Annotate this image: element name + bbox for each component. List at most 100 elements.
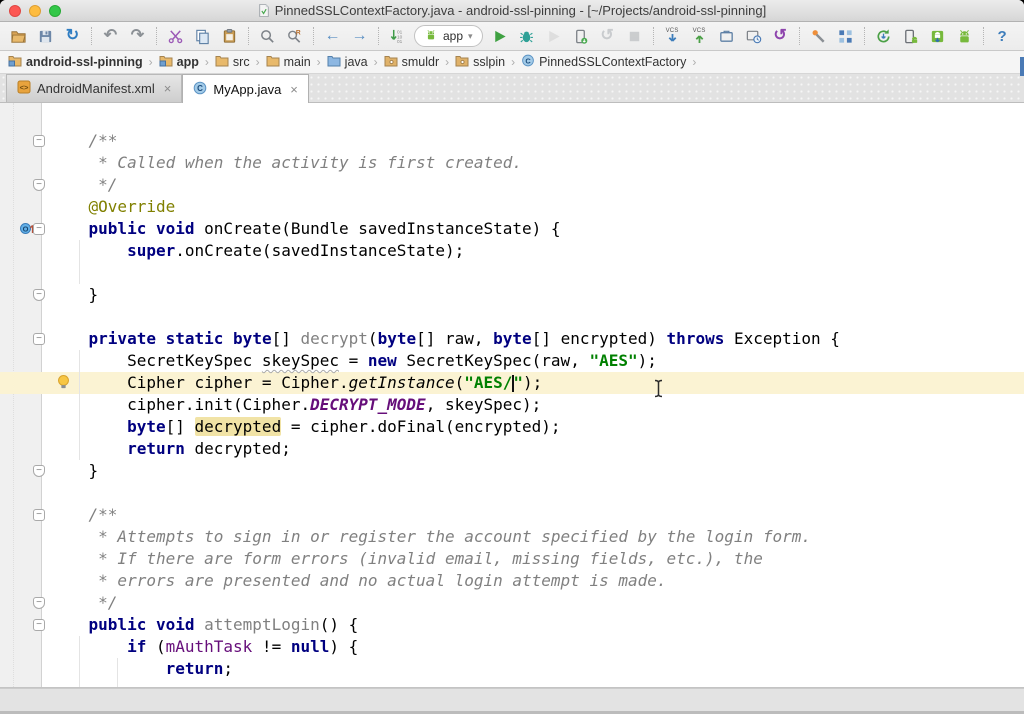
run-with-coverage-button[interactable] xyxy=(543,26,564,47)
minimize-button[interactable] xyxy=(29,5,41,17)
cut-button[interactable] xyxy=(165,26,186,47)
code-line-9[interactable] xyxy=(0,306,1024,328)
breadcrumb-item-android-ssl-pinning[interactable]: android-ssl-pinning xyxy=(7,54,144,70)
breadcrumb-item-app[interactable]: app xyxy=(158,54,200,70)
run-button[interactable] xyxy=(489,26,510,47)
scroll-indicator[interactable] xyxy=(1020,57,1024,76)
code-token xyxy=(146,615,156,634)
attach-debugger-icon xyxy=(570,26,591,47)
fold-marker-icon[interactable]: − xyxy=(33,135,45,147)
attach-debugger-button[interactable] xyxy=(570,26,591,47)
fold-marker-icon[interactable]: − xyxy=(33,465,45,477)
toolbar-separator xyxy=(983,27,984,45)
paste-button[interactable] xyxy=(219,26,240,47)
breadcrumb-item-main[interactable]: main xyxy=(265,54,312,70)
close-button[interactable] xyxy=(9,5,21,17)
code-line-11[interactable]: SecretKeySpec skeySpec = new SecretKeySp… xyxy=(0,350,1024,372)
intention-bulb-icon[interactable] xyxy=(56,375,71,390)
folder-module-icon xyxy=(8,54,22,70)
breadcrumb-item-PinnedSSLContextFactory[interactable]: CPinnedSSLContextFactory xyxy=(520,54,687,70)
toolbar: ↻ ↶ ↷ R ← → 011001 app▾ ↺ VCS VCS ↺? xyxy=(0,22,1024,51)
fold-marker-icon[interactable]: − xyxy=(33,509,45,521)
code-token: ( xyxy=(368,329,378,348)
fold-marker-icon[interactable]: − xyxy=(33,223,45,235)
code-token: private xyxy=(89,329,156,348)
code-line-13[interactable]: cipher.init(Cipher.DECRYPT_MODE, skeySpe… xyxy=(0,394,1024,416)
annotate-button[interactable]: 011001 xyxy=(387,26,408,47)
recent-changes-button[interactable] xyxy=(743,26,764,47)
fold-marker-icon[interactable]: − xyxy=(33,333,45,345)
code-line-15[interactable]: return decrypted; xyxy=(0,438,1024,460)
code-line-7[interactable] xyxy=(0,262,1024,284)
sdk-manager-button[interactable] xyxy=(927,26,948,47)
breadcrumb-item-sslpin[interactable]: sslpin xyxy=(454,54,506,70)
code-line-16[interactable]: } xyxy=(0,460,1024,482)
code-line-8[interactable]: } xyxy=(0,284,1024,306)
avd-manager-button[interactable] xyxy=(954,26,975,47)
code-line-18[interactable]: /** xyxy=(0,504,1024,526)
tab-MyApp.java[interactable]: CMyApp.java× xyxy=(182,74,309,103)
open-button[interactable] xyxy=(8,26,29,47)
code-line-21[interactable]: * errors are presented and no actual log… xyxy=(0,570,1024,592)
copy-button[interactable] xyxy=(192,26,213,47)
code-line-19[interactable]: * Attempts to sign in or register the ac… xyxy=(0,526,1024,548)
code-line-20[interactable]: * If there are form errors (invalid emai… xyxy=(0,548,1024,570)
code-line-3[interactable]: */ xyxy=(0,174,1024,196)
gradle-sync-button[interactable] xyxy=(873,26,894,47)
code-line-6[interactable]: super.onCreate(savedInstanceState); xyxy=(0,240,1024,262)
close-tab-icon[interactable]: × xyxy=(164,82,172,95)
fold-marker-icon[interactable]: − xyxy=(33,179,45,191)
chevron-right-icon: › xyxy=(205,55,209,69)
device-file-explorer-button[interactable] xyxy=(900,26,921,47)
forward-button[interactable]: → xyxy=(349,26,370,47)
code-line-17[interactable] xyxy=(0,482,1024,504)
zoom-button[interactable] xyxy=(49,5,61,17)
redo-button[interactable]: ↷ xyxy=(127,26,148,47)
undo-button[interactable]: ↶ xyxy=(100,26,121,47)
tab-AndroidManifest.xml[interactable]: <>AndroidManifest.xml× xyxy=(6,74,182,102)
code-line-14[interactable]: byte[] decrypted = cipher.doFinal(encryp… xyxy=(0,416,1024,438)
synchronize-button[interactable]: ↻ xyxy=(62,26,83,47)
code-line-2[interactable]: * Called when the activity is first crea… xyxy=(0,152,1024,174)
titlebar: PinnedSSLContextFactory.java - android-s… xyxy=(0,0,1024,22)
fold-marker-icon[interactable]: − xyxy=(33,289,45,301)
shelve-changes-button[interactable] xyxy=(716,26,737,47)
fold-marker-icon[interactable]: − xyxy=(33,619,45,631)
help-button[interactable]: ? xyxy=(992,26,1013,47)
rollback-button[interactable]: ↺ xyxy=(770,26,791,47)
code-line-4[interactable]: @Override xyxy=(0,196,1024,218)
stop-icon xyxy=(624,26,645,47)
close-tab-icon[interactable]: × xyxy=(290,83,298,96)
vcs-commit-button[interactable]: VCS xyxy=(689,26,710,47)
debug-button[interactable] xyxy=(516,26,537,47)
editor[interactable]: /** * Called when the activity is first … xyxy=(0,103,1024,688)
run-configuration-chooser[interactable]: app▾ xyxy=(414,25,483,47)
tab-label: MyApp.java xyxy=(213,82,281,97)
code-line-5[interactable]: public void onCreate(Bundle savedInstanc… xyxy=(0,218,1024,240)
code-line-10[interactable]: private static byte[] decrypt(byte[] raw… xyxy=(0,328,1024,350)
code-line-25[interactable]: return; xyxy=(0,658,1024,680)
rerun-button[interactable]: ↺ xyxy=(597,26,618,47)
code-line-23[interactable]: public void attemptLogin() { xyxy=(0,614,1024,636)
breadcrumb-item-src[interactable]: src xyxy=(214,54,251,70)
project-structure-button[interactable] xyxy=(835,26,856,47)
stop-button[interactable] xyxy=(624,26,645,47)
back-button[interactable]: ← xyxy=(322,26,343,47)
code-line-22[interactable]: */ xyxy=(0,592,1024,614)
code-area[interactable]: /** * Called when the activity is first … xyxy=(0,130,1024,680)
breadcrumb-item-smuldr[interactable]: smuldr xyxy=(383,54,441,70)
code-line-1[interactable]: /** xyxy=(0,130,1024,152)
breadcrumb-item-java[interactable]: java xyxy=(326,54,369,70)
open-folder-icon xyxy=(8,26,29,47)
vcs-update-button[interactable]: VCS xyxy=(662,26,683,47)
find-icon xyxy=(257,26,278,47)
settings-button[interactable] xyxy=(808,26,829,47)
toolbar-separator xyxy=(91,27,92,45)
fold-marker-icon[interactable]: − xyxy=(33,597,45,609)
replace-button[interactable]: R xyxy=(284,26,305,47)
find-button[interactable] xyxy=(257,26,278,47)
save-all-button[interactable] xyxy=(35,26,56,47)
code-line-24[interactable]: if (mAuthTask != null) { xyxy=(0,636,1024,658)
code-line-12[interactable]: Cipher cipher = Cipher.getInstance("AES/… xyxy=(0,372,1024,394)
vcs-update-icon: VCS xyxy=(662,26,683,47)
